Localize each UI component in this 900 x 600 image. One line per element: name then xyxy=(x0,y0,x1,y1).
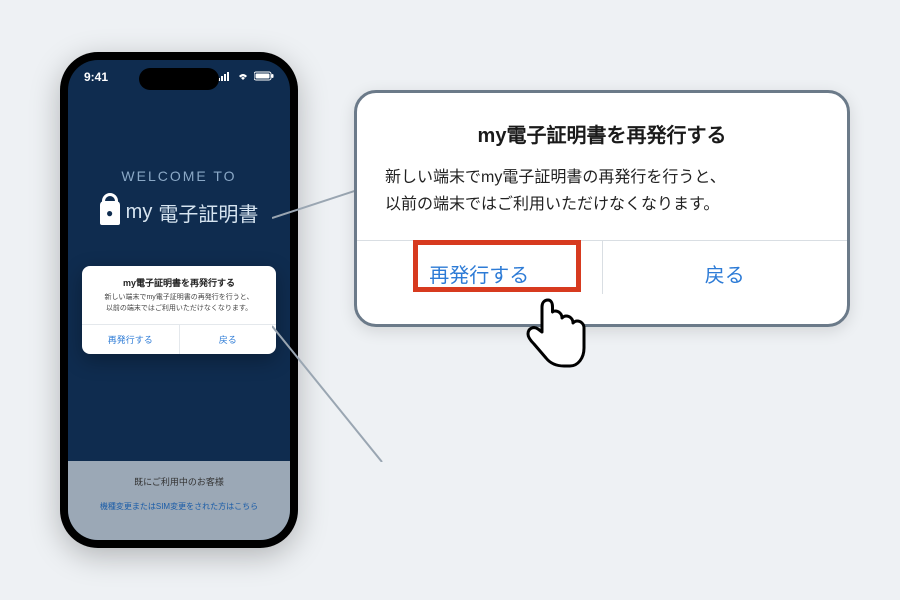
device-change-link[interactable]: 機種変更またはSIM変更をされた方はこちら xyxy=(100,502,258,511)
reissue-button[interactable]: 再発行する xyxy=(82,325,179,354)
footer-panel: 既にご利用中のお客様 機種変更またはSIM変更をされた方はこちら xyxy=(68,461,290,540)
reissue-dialog: my電子証明書を再発行する 新しい端末でmy電子証明書の再発行を行うと、 以前の… xyxy=(82,266,276,354)
status-time: 9:41 xyxy=(84,70,108,84)
welcome-text: WELCOME TO xyxy=(68,168,290,184)
footer-heading: 既にご利用中のお客様 xyxy=(76,475,282,488)
phone-screen: 9:41 WELCOME TO ● my 電子証明書 my電子証明書を再発行する xyxy=(68,60,290,540)
phone-frame: 9:41 WELCOME TO ● my 電子証明書 my電子証明書を再発行する xyxy=(60,52,298,548)
zoom-reissue-button[interactable]: 再発行する xyxy=(357,241,602,294)
dialog-body-line1: 新しい端末でmy電子証明書の再発行を行うと、 xyxy=(104,294,253,301)
zoom-body-line1: 新しい端末でmy電子証明書の再発行を行うと、 xyxy=(385,169,726,186)
zoom-dialog-body: 新しい端末でmy電子証明書の再発行を行うと、 以前の端末ではご利用いただけなくな… xyxy=(385,164,819,218)
signal-icon xyxy=(218,70,232,84)
brand-prefix: my xyxy=(126,201,153,224)
key-lock-icon: ● xyxy=(100,201,120,225)
dialog-body: 新しい端末でmy電子証明書の再発行を行うと、 以前の端末ではご利用いただけなくな… xyxy=(82,293,276,324)
wifi-icon xyxy=(236,70,250,84)
zoom-dialog-title: my電子証明書を再発行する xyxy=(385,119,819,148)
zoom-dialog-actions: 再発行する 戻る xyxy=(357,240,847,294)
dialog-body-line2: 以前の端末ではご利用いただけなくなります。 xyxy=(106,305,252,312)
zoom-panel: my電子証明書を再発行する 新しい端末でmy電子証明書の再発行を行うと、 以前の… xyxy=(354,90,850,327)
notch xyxy=(139,68,219,90)
app-brand: ● my 電子証明書 xyxy=(68,198,290,227)
back-button[interactable]: 戻る xyxy=(179,325,277,354)
brand-name: 電子証明書 xyxy=(158,198,258,227)
dialog-title: my電子証明書を再発行する xyxy=(82,266,276,293)
battery-icon xyxy=(254,70,274,84)
status-indicators xyxy=(218,70,274,84)
zoom-back-button[interactable]: 戻る xyxy=(602,241,848,294)
zoom-actions-wrap: 再発行する 戻る xyxy=(385,240,819,294)
zoom-body-line2: 以前の端末ではご利用いただけなくなります。 xyxy=(385,196,719,213)
dialog-actions: 再発行する 戻る xyxy=(82,324,276,354)
